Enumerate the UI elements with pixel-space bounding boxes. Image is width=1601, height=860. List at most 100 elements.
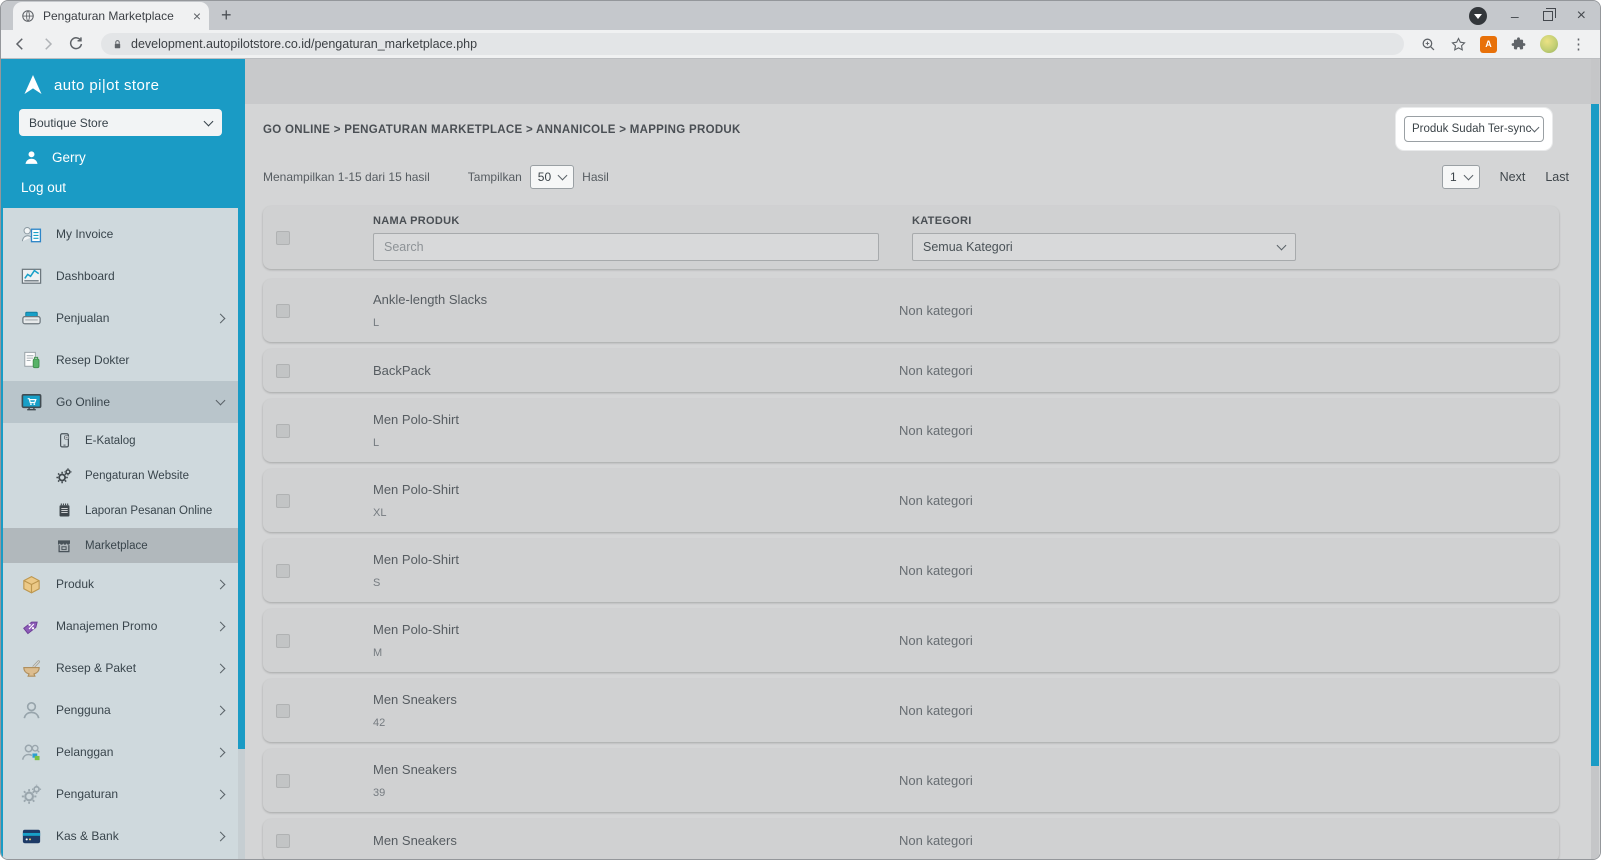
chevron-right-icon [216,789,226,799]
profile-avatar[interactable] [1540,35,1558,53]
sidebar: auto pi|ot store Boutique Store Gerry Lo… [1,59,238,859]
user-name: Gerry [52,150,86,165]
new-tab-button[interactable]: + [221,5,232,26]
content-scrollbar-thumb[interactable] [1591,104,1599,766]
per-page-select[interactable]: 50 [530,165,574,189]
product-search-input[interactable] [373,233,879,261]
sales-icon [19,306,43,330]
content-scrollbar[interactable] [1591,59,1599,859]
sidebar-item-pengguna[interactable]: Pengguna [3,689,238,731]
back-icon[interactable] [11,35,29,53]
table-row: BackPackNon kategori [263,349,1559,392]
sync-filter-highlight: Produk Sudah Ter-sync [1396,108,1552,150]
product-name: BackPack [373,363,431,378]
close-tab-icon[interactable]: × [193,9,201,23]
last-page-link[interactable]: Last [1545,170,1569,184]
column-header-category: KATEGORI [912,215,1296,227]
row-checkbox[interactable] [276,424,290,438]
sidebar-item-go-online[interactable]: Go Online [3,381,238,423]
sidebar-item-pelanggan[interactable]: Pelanggan [3,731,238,773]
storefront-icon [55,537,73,555]
sync-filter-select[interactable]: Produk Sudah Ter-sync [1404,116,1544,142]
row-checkbox[interactable] [276,634,290,648]
bank-card-icon [19,824,43,848]
next-page-link[interactable]: Next [1500,170,1526,184]
row-checkbox[interactable] [276,564,290,578]
product-category: Non kategori [899,423,973,438]
category-filter-select[interactable]: Semua Kategori [912,233,1296,261]
column-header-name: NAMA PRODUK [373,215,879,227]
chevron-right-icon [216,747,226,757]
zoom-icon[interactable] [1420,36,1437,53]
sidebar-item-label: Produk [56,577,204,591]
logout-link[interactable]: Log out [21,180,222,195]
sidebar-item-e-katalog[interactable]: E-Katalog [3,423,238,458]
sync-filter-value: Produk Sudah Ter-sync [1412,123,1531,135]
product-category: Non kategori [899,563,973,578]
sidebar-item-resep-paket[interactable]: Resep & Paket [3,647,238,689]
sidebar-item-my-invoice[interactable]: My Invoice [3,213,238,255]
url-text: development.autopilotstore.co.id/pengatu… [131,37,477,51]
lock-icon [111,38,124,51]
sidebar-item-label: My Invoice [56,227,224,241]
sidebar-item-dashboard[interactable]: Dashboard [3,255,238,297]
close-window-button[interactable]: × [1577,8,1586,24]
chevron-down-icon [204,116,214,126]
sidebar-item-penjualan[interactable]: Penjualan [3,297,238,339]
store-selector[interactable]: Boutique Store [19,109,222,136]
shopping-extension-icon[interactable]: A [1480,36,1497,53]
sidebar-item-kas-bank[interactable]: Kas & Bank [3,815,238,857]
reload-icon[interactable] [67,35,85,53]
sidebar-item-resep-dokter[interactable]: Resep Dokter [3,339,238,381]
forward-icon[interactable] [39,35,57,53]
row-checkbox[interactable] [276,834,290,848]
extensions-puzzle-icon[interactable] [1510,36,1527,53]
sidebar-item-pengaturan[interactable]: Pengaturan [3,773,238,815]
browser-menu-icon[interactable]: ⋮ [1571,35,1586,53]
product-category: Non kategori [899,773,973,788]
sidebar-item-label: Penjualan [56,311,204,325]
sidebar-item-label: Manajemen Promo [56,619,204,633]
sidebar-item-label: Dashboard [56,269,224,283]
customer-icon [19,740,43,764]
results-summary: Menampilkan 1-15 dari 15 hasil [263,170,430,184]
sidebar-scrollbar-thumb[interactable] [238,59,245,749]
phone-icon [55,432,73,450]
row-checkbox[interactable] [276,774,290,788]
row-checkbox[interactable] [276,704,290,718]
brand: auto pi|ot store [21,73,222,97]
row-checkbox[interactable] [276,364,290,378]
notebook-icon [55,502,73,520]
sidebar-item-marketplace[interactable]: Marketplace [3,528,238,563]
sidebar-item-label: E-Katalog [85,435,224,447]
sidebar-item-manajemen-promo[interactable]: Manajemen Promo [3,605,238,647]
restore-button[interactable] [1543,11,1553,21]
product-variant: XL [373,507,386,519]
table-row: Men SneakersNon kategori [263,819,1559,859]
page-select[interactable]: 1 [1442,165,1480,189]
browser-update-icon[interactable] [1469,7,1487,25]
row-checkbox[interactable] [276,494,290,508]
prescription-icon [19,348,43,372]
address-bar[interactable]: development.autopilotstore.co.id/pengatu… [101,33,1404,55]
autopilot-logo-icon [21,73,45,97]
select-all-checkbox[interactable] [276,231,290,245]
chevron-down-icon [1463,171,1473,181]
chevron-right-icon [216,705,226,715]
sidebar-item-produk[interactable]: Produk [3,563,238,605]
bookmark-star-icon[interactable] [1450,36,1467,53]
product-name: Men Polo-Shirt [373,412,459,427]
row-checkbox[interactable] [276,304,290,318]
tab-strip: Pengaturan Marketplace × + – × [1,1,1600,30]
sidebar-item-laporan-pesanan-online[interactable]: Laporan Pesanan Online [3,493,238,528]
minimize-button[interactable]: – [1511,9,1519,23]
browser-tab[interactable]: Pengaturan Marketplace × [13,2,209,30]
chevron-right-icon [216,621,226,631]
mortar-icon [19,656,43,680]
sidebar-item-label: Marketplace [85,540,224,552]
sidebar-scrollbar[interactable] [238,59,245,859]
chevron-down-icon [1277,241,1287,251]
tab-title: Pengaturan Marketplace [43,9,185,23]
sidebar-item-pengaturan-website[interactable]: Pengaturan Website [3,458,238,493]
product-category: Non kategori [899,703,973,718]
